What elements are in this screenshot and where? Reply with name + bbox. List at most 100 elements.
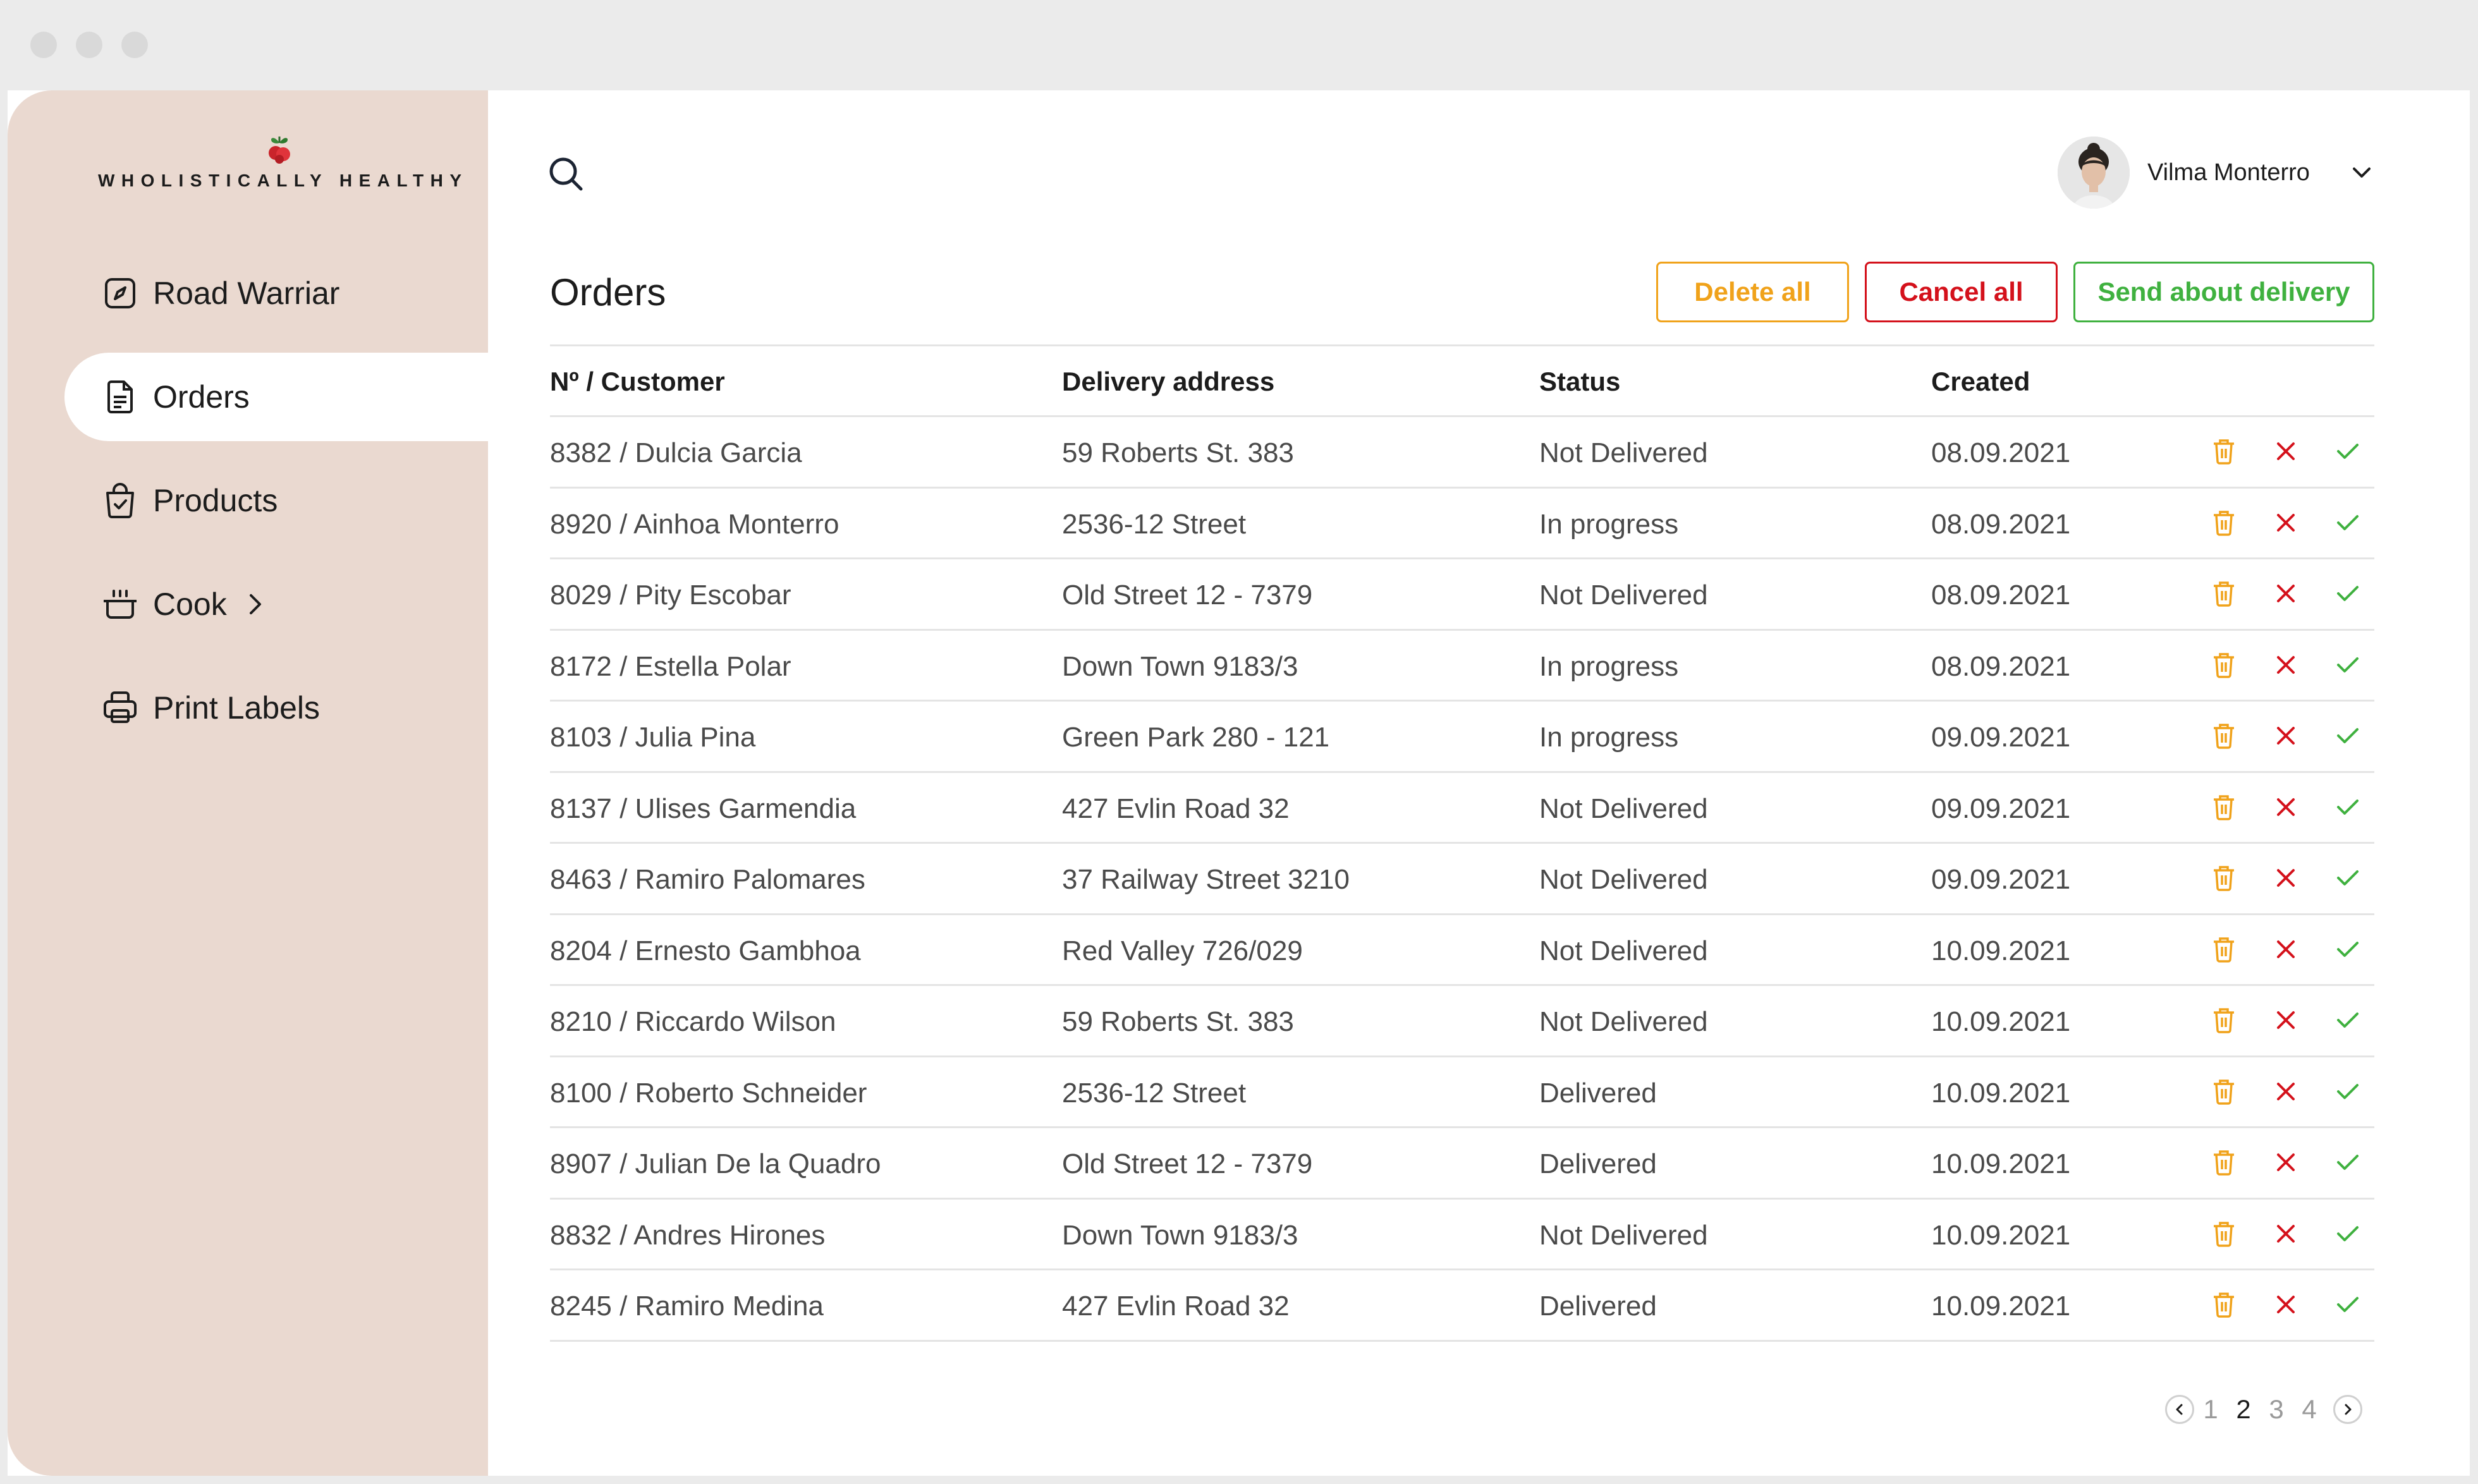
sidebar-item-label: Orders <box>153 379 250 415</box>
table-row[interactable]: 8204 / Ernesto Gambhoa Red Valley 726/029… <box>550 915 2374 986</box>
cell-customer: 8103 / Julia Pina <box>550 722 756 753</box>
table-row[interactable]: 8103 / Julia Pina Green Park 280 - 121 In … <box>550 702 2374 773</box>
cell-address: Red Valley 726/029 <box>1062 935 1303 966</box>
page-title: Orders <box>550 271 666 313</box>
column-header-address[interactable]: Delivery address <box>1062 367 1274 397</box>
page-4[interactable]: 4 <box>2293 1394 2326 1425</box>
chevron-down-icon[interactable] <box>2350 161 2373 184</box>
next-page-button[interactable] <box>2333 1395 2362 1424</box>
trash-icon[interactable] <box>2209 863 2239 893</box>
cell-address: Down Town 9183/3 <box>1062 650 1298 682</box>
cell-created: 10.09.2021 <box>1931 1148 2071 1179</box>
trash-icon[interactable] <box>2209 721 2239 751</box>
close-icon[interactable] <box>2271 1219 2301 1249</box>
page-1[interactable]: 1 <box>2194 1394 2227 1425</box>
page-3[interactable]: 3 <box>2260 1394 2293 1425</box>
trash-icon[interactable] <box>2209 1076 2239 1107</box>
check-icon[interactable] <box>2333 792 2363 822</box>
table-row[interactable]: 8920 / Ainhoa Monterro 2536-12 Street In p… <box>550 489 2374 559</box>
cell-status: In progress <box>1539 508 1679 540</box>
trash-icon[interactable] <box>2209 508 2239 538</box>
search-icon[interactable] <box>547 155 584 192</box>
check-icon[interactable] <box>2333 863 2363 893</box>
check-icon[interactable] <box>2333 1147 2363 1177</box>
close-icon[interactable] <box>2271 792 2301 822</box>
table-row[interactable]: 8210 / Riccardo Wilson 59 Roberts St. 383… <box>550 986 2374 1057</box>
check-icon[interactable] <box>2333 578 2363 609</box>
check-icon[interactable] <box>2333 508 2363 538</box>
sidebar-item-products[interactable]: Products <box>64 456 494 545</box>
cell-created: 09.09.2021 <box>1931 722 2071 753</box>
chevron-right-icon <box>248 592 267 617</box>
logo-text: WHOLISTICALLY HEALTHY <box>98 171 468 190</box>
window-close-button[interactable] <box>30 32 57 58</box>
close-icon[interactable] <box>2271 1005 2301 1035</box>
check-icon[interactable] <box>2333 721 2363 751</box>
close-icon[interactable] <box>2271 650 2301 680</box>
cell-created: 10.09.2021 <box>1931 1291 2071 1322</box>
close-icon[interactable] <box>2271 863 2301 893</box>
check-icon[interactable] <box>2333 1289 2363 1320</box>
close-icon[interactable] <box>2271 1147 2301 1177</box>
user-menu[interactable]: Vilma Monterro <box>2058 134 2386 211</box>
close-icon[interactable] <box>2271 1076 2301 1107</box>
close-icon[interactable] <box>2271 934 2301 964</box>
table-row[interactable]: 8245 / Ramiro Medina 427 Evlin Road 32 Del… <box>550 1270 2374 1342</box>
trash-icon[interactable] <box>2209 650 2239 680</box>
trash-icon[interactable] <box>2209 792 2239 822</box>
cell-address: 2536-12 Street <box>1062 508 1247 540</box>
cell-status: Delivered <box>1539 1148 1657 1179</box>
close-icon[interactable] <box>2271 578 2301 609</box>
close-icon[interactable] <box>2271 436 2301 466</box>
cell-address: 2536-12 Street <box>1062 1077 1247 1109</box>
table-row[interactable]: 8907 / Julian De la Quadro Old Street 12 … <box>550 1128 2374 1200</box>
trash-icon[interactable] <box>2209 436 2239 466</box>
sidebar-item-cook[interactable]: Cook <box>64 560 494 648</box>
check-icon[interactable] <box>2333 1219 2363 1249</box>
cell-status: In progress <box>1539 722 1679 753</box>
cancel-all-button[interactable]: Cancel all <box>1865 262 2058 322</box>
check-icon[interactable] <box>2333 1076 2363 1107</box>
app-window: WHOLISTICALLY HEALTHY Road Warriar Order… <box>0 0 2478 1484</box>
cell-address: 59 Roberts St. 383 <box>1062 1006 1294 1037</box>
prev-page-button[interactable] <box>2165 1395 2194 1424</box>
table-row[interactable]: 8382 / Dulcia Garcia 59 Roberts St. 383 No… <box>550 417 2374 489</box>
column-header-status[interactable]: Status <box>1539 367 1620 397</box>
close-icon[interactable] <box>2271 1289 2301 1320</box>
table-row[interactable]: 8463 / Ramiro Palomares 37 Railway Street… <box>550 844 2374 915</box>
close-icon[interactable] <box>2271 508 2301 538</box>
check-icon[interactable] <box>2333 650 2363 680</box>
window-minimize-button[interactable] <box>76 32 102 58</box>
sidebar-item-orders[interactable]: Orders <box>64 353 494 441</box>
pagination: 1 2 3 4 <box>2165 1390 2380 1428</box>
cell-created: 10.09.2021 <box>1931 1006 2071 1037</box>
cell-created: 09.09.2021 <box>1931 793 2071 824</box>
orders-table: Nº / Customer Delivery address Status Cr… <box>550 344 2374 1342</box>
check-icon[interactable] <box>2333 436 2363 466</box>
table-row[interactable]: 8832 / Andres Hirones Down Town 9183/3 Not… <box>550 1200 2374 1270</box>
send-about-delivery-button[interactable]: Send about delivery <box>2073 262 2374 322</box>
delete-all-button[interactable]: Delete all <box>1656 262 1849 322</box>
window-maximize-button[interactable] <box>121 32 148 58</box>
trash-icon[interactable] <box>2209 1219 2239 1249</box>
trash-icon[interactable] <box>2209 934 2239 964</box>
sidebar-item-road-warriar[interactable]: Road Warriar <box>64 249 494 338</box>
table-row[interactable]: 8100 / Roberto Schneider 2536-12 Street De… <box>550 1057 2374 1128</box>
table-row[interactable]: 8029 / Pity Escobar Old Street 12 - 7379 N… <box>550 559 2374 631</box>
column-header-created[interactable]: Created <box>1931 367 2030 397</box>
sidebar-item-print-labels[interactable]: Print Labels <box>64 664 494 752</box>
close-icon[interactable] <box>2271 721 2301 751</box>
cell-status: Not Delivered <box>1539 580 1708 611</box>
check-icon[interactable] <box>2333 1005 2363 1035</box>
table-row[interactable]: 8172 / Estella Polar Down Town 9183/3 In p… <box>550 631 2374 702</box>
column-header-customer[interactable]: Nº / Customer <box>550 367 725 397</box>
trash-icon[interactable] <box>2209 578 2239 609</box>
cell-address: Old Street 12 - 7379 <box>1062 580 1313 611</box>
trash-icon[interactable] <box>2209 1147 2239 1177</box>
check-icon[interactable] <box>2333 934 2363 964</box>
trash-icon[interactable] <box>2209 1005 2239 1035</box>
trash-icon[interactable] <box>2209 1289 2239 1320</box>
logo[interactable]: WHOLISTICALLY HEALTHY <box>98 134 468 197</box>
page-2[interactable]: 2 <box>2227 1394 2260 1425</box>
table-row[interactable]: 8137 / Ulises Garmendia 427 Evlin Road 32… <box>550 773 2374 844</box>
